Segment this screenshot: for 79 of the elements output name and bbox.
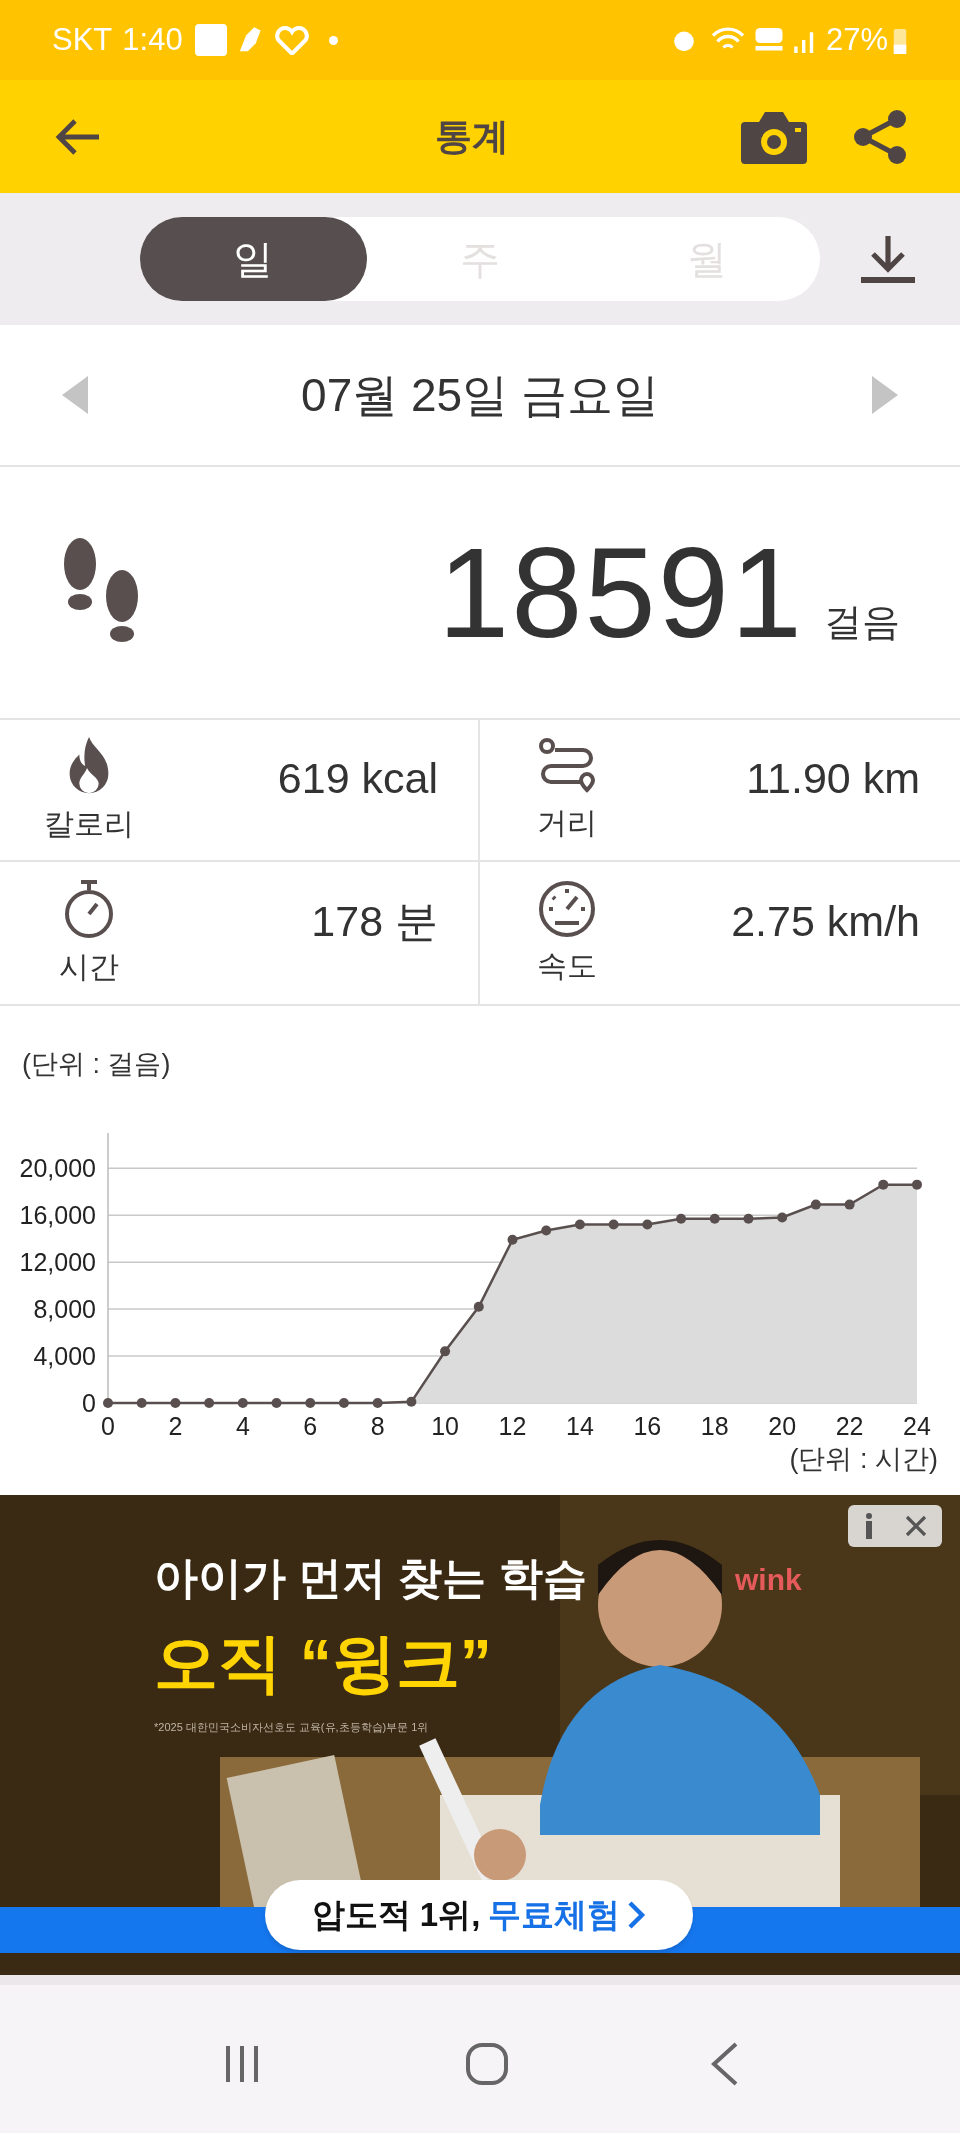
ad-brand-logo: wink (735, 1562, 802, 1598)
ad-disclaimer: *2025 대한민국소비자선호도 교육(유,초등학습)부문 1위 (154, 1720, 429, 1735)
x-tick-label: 14 (566, 1411, 594, 1440)
y-tick-label: 4,000 (33, 1341, 96, 1370)
y-tick-label: 16,000 (19, 1200, 96, 1229)
data-point (844, 1199, 855, 1210)
ad-cta-button[interactable]: 압도적 1위, 무료체험 (265, 1880, 693, 1950)
ad-title: 오직 “윙크” (154, 1626, 492, 1701)
data-point (372, 1397, 383, 1408)
data-point (103, 1397, 113, 1408)
x-tick-label: 6 (303, 1411, 318, 1440)
x-tick-label: 22 (835, 1411, 864, 1440)
stat-value: 619 kcal (277, 752, 438, 804)
data-point (406, 1396, 417, 1407)
x-tick-label: 2 (168, 1411, 183, 1440)
data-point (810, 1199, 821, 1210)
date-text: 07월 25일 금요일 (301, 367, 659, 423)
back-icon[interactable] (710, 2042, 740, 2086)
right-triangle-icon (872, 376, 898, 414)
stat-value: 11.90 km (746, 752, 920, 804)
data-point (271, 1397, 282, 1408)
x-tick-label: 16 (633, 1411, 662, 1440)
battery-percent: 27% (825, 20, 888, 59)
home-icon[interactable] (464, 2041, 510, 2087)
clock-text: 1:40 (122, 20, 183, 59)
x-tick-label: 0 (101, 1411, 115, 1440)
data-point (777, 1212, 788, 1222)
data-point (709, 1213, 720, 1224)
y-tick-label: 12,000 (19, 1247, 96, 1276)
x-tick-label: 20 (768, 1411, 797, 1440)
speedometer-icon (537, 878, 597, 939)
download-icon (859, 234, 917, 284)
period-tab[interactable]: 일 (140, 217, 367, 301)
data-point (912, 1179, 922, 1190)
battery-icon (892, 26, 908, 54)
y-tick-label: 8,000 (33, 1294, 96, 1323)
data-point (237, 1397, 248, 1408)
stat-value: 178 분 (311, 895, 438, 947)
heart-icon (274, 25, 309, 55)
info-icon[interactable] (863, 1513, 874, 1539)
ad-headline: 아이가 먼저 찾는 학습 (154, 1552, 587, 1604)
data-point (541, 1224, 552, 1235)
x-tick-label: 4 (235, 1411, 250, 1440)
share-icon (853, 108, 907, 165)
stat-value: 2.75 km/h (731, 895, 920, 947)
x-tick-label: 18 (700, 1411, 729, 1440)
close-icon[interactable] (904, 1515, 927, 1537)
y-tick-label: 0 (82, 1388, 96, 1417)
page-title: 통계 (435, 114, 509, 159)
data-point (305, 1397, 316, 1408)
x-tick-label: 8 (370, 1411, 385, 1440)
x-tick-label: 24 (903, 1411, 931, 1440)
data-point (608, 1219, 619, 1230)
data-point (440, 1345, 451, 1356)
step-count: 18591 (438, 528, 804, 657)
step-unit: 걸음 (824, 600, 900, 645)
data-point (642, 1219, 653, 1230)
x-unit-label: (단위 : 시간) (789, 1442, 938, 1476)
x-tick-label: 10 (431, 1411, 459, 1440)
data-point (204, 1397, 215, 1408)
data-point (676, 1213, 687, 1224)
chevron-right-icon (628, 1901, 647, 1929)
y-unit-label: (단위 : 걸음) (22, 1048, 172, 1081)
data-point (170, 1397, 181, 1408)
data-point (743, 1213, 754, 1224)
data-point (507, 1234, 518, 1245)
stat-label: 칼로리 (44, 805, 134, 842)
carrier-text: SKT (52, 20, 113, 59)
stat-label: 시간 (59, 948, 119, 985)
stat-label: 거리 (537, 804, 597, 841)
stat-label: 속도 (537, 947, 597, 984)
data-point (878, 1179, 889, 1190)
x-tick-label: 12 (498, 1411, 527, 1440)
data-point (473, 1301, 484, 1312)
data-point (338, 1397, 349, 1408)
data-point (136, 1397, 147, 1408)
y-tick-label: 20,000 (19, 1153, 96, 1182)
data-point (574, 1219, 585, 1230)
left-triangle-icon (62, 376, 88, 414)
